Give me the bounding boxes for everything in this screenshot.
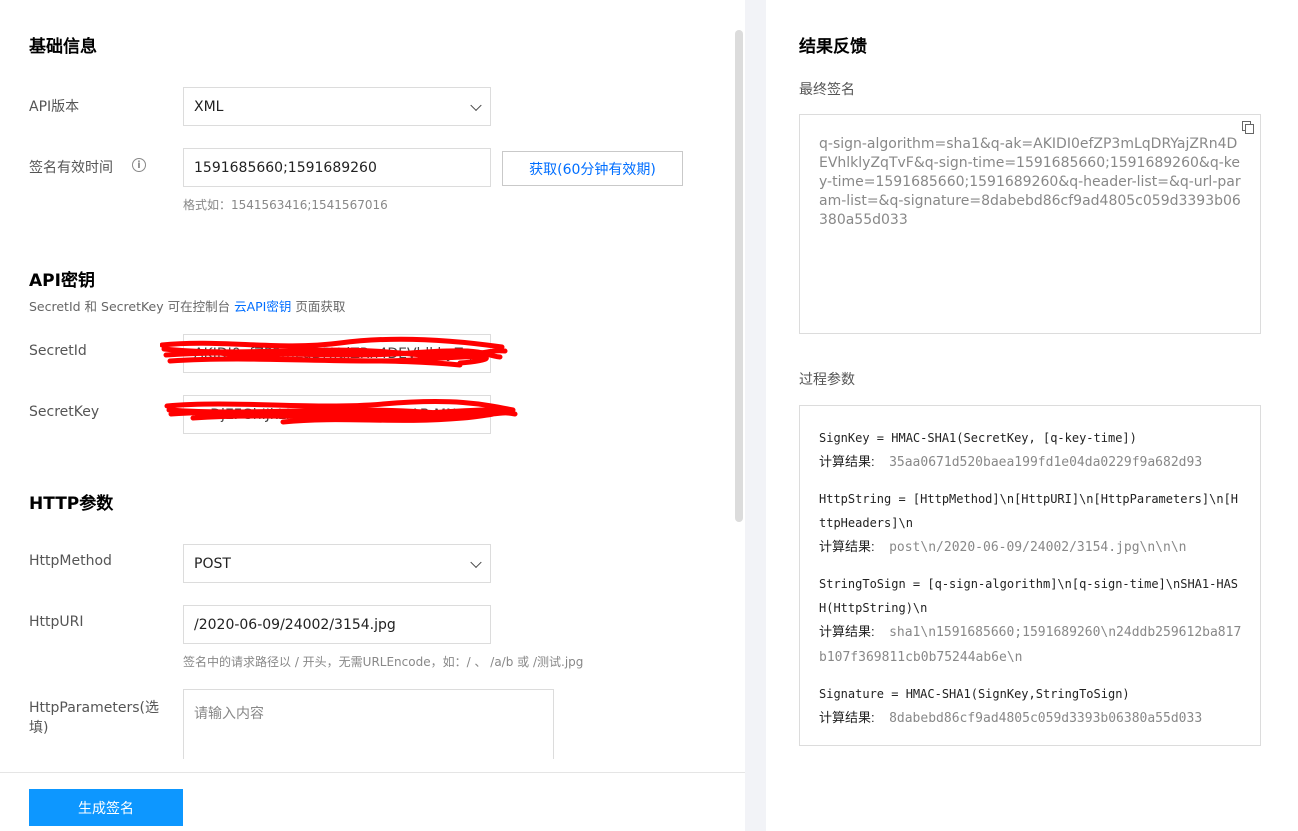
copy-icon[interactable] [1242, 121, 1254, 134]
basic-info-title: 基础信息 [29, 37, 97, 57]
get-sign-time-button[interactable]: 获取(60分钟有效期) [502, 151, 683, 186]
string-to-sign-result-row: 计算结果: sha1\n1591685660;1591689260\n24ddb… [819, 620, 1244, 670]
redaction-scribble [164, 399, 518, 425]
http-string-result-row: 计算结果: post\n/2020-06-09/24002/3154.jpg\n… [819, 535, 1244, 560]
scrollbar[interactable] [735, 30, 743, 522]
process-params-label: 过程参数 [799, 372, 855, 388]
string-to-sign-formula: StringToSign = [q-sign-algorithm]\n[q-si… [819, 577, 1239, 615]
http-string-result: post\n/2020-06-09/24002/3154.jpg\n\n\n [889, 540, 1187, 555]
signature-result: 8dabebd86cf9ad4805c059d3393b06380a55d033 [889, 711, 1203, 726]
http-method-select[interactable]: POST [183, 544, 491, 583]
result-word: 计算结果: [819, 539, 875, 554]
secret-id-label: SecretId [29, 343, 87, 359]
secret-key-label: SecretKey [29, 404, 100, 420]
http-params-title: HTTP参数 [29, 494, 114, 514]
sign-time-value: 1591685660;1591689260 [194, 159, 377, 176]
http-uri-label: HttpURI [29, 614, 84, 630]
result-panel: 结果反馈 最终签名 q-sign-algorithm=sha1&q-ak=AKI… [766, 0, 1298, 831]
http-method-value: POST [194, 555, 231, 572]
info-icon[interactable]: i [132, 158, 146, 172]
signature-formula: Signature = HMAC-SHA1(SignKey,StringToSi… [819, 687, 1130, 701]
api-version-select[interactable]: XML [183, 87, 491, 126]
api-key-desc-prefix: SecretId 和 SecretKey 可在控制台 [29, 299, 235, 314]
process-params-content: SignKey = HMAC-SHA1(SecretKey, [q-key-ti… [819, 426, 1244, 731]
api-key-desc-suffix: 页面获取 [291, 299, 346, 314]
final-signature-text: q-sign-algorithm=sha1&q-ak=AKIDI0efZP3mL… [819, 136, 1241, 228]
chevron-down-icon [470, 556, 482, 568]
http-parameters-label: HttpParameters(选填) [29, 700, 159, 736]
http-parameters-placeholder: 请输入内容 [194, 706, 264, 722]
http-uri-value: /2020-06-09/24002/3154.jpg [194, 616, 396, 633]
http-parameters-textarea[interactable]: 请输入内容 [183, 689, 554, 759]
form-panel: 基础信息 API版本 XML 签名有效时间 i 1591685660;15916… [0, 0, 745, 831]
format-hint: 格式如：1541563416;1541567016 [183, 198, 388, 212]
http-uri-input[interactable]: /2020-06-09/24002/3154.jpg [183, 605, 491, 644]
final-signature-label: 最终签名 [799, 82, 855, 98]
cloud-api-key-link[interactable]: 云API密钥 [234, 299, 291, 314]
api-key-desc: SecretId 和 SecretKey 可在控制台 云API密钥 页面获取 [29, 296, 345, 315]
api-key-title: API密钥 [29, 271, 95, 291]
uri-hint: 签名中的请求路径以 / 开头，无需URLEncode，如：/ 、 /a/b 或 … [183, 655, 584, 669]
sign-time-input[interactable]: 1591685660;1591689260 [183, 148, 491, 187]
redaction-scribble [160, 336, 508, 368]
final-signature-box[interactable]: q-sign-algorithm=sha1&q-ak=AKIDI0efZP3mL… [799, 114, 1261, 334]
result-word: 计算结果: [819, 710, 875, 725]
process-params-box: SignKey = HMAC-SHA1(SecretKey, [q-key-ti… [799, 405, 1261, 746]
sign-key-formula: SignKey = HMAC-SHA1(SecretKey, [q-key-ti… [819, 431, 1137, 445]
api-version-value: XML [194, 98, 224, 115]
result-word: 计算结果: [819, 624, 875, 639]
sign-key-result: 35aa0671d520baea199fd1e04da0229f9a682d93 [889, 455, 1203, 470]
http-method-label: HttpMethod [29, 553, 112, 569]
api-version-label: API版本 [29, 99, 80, 115]
signature-result-row: 计算结果: 8dabebd86cf9ad4805c059d3393b06380a… [819, 706, 1244, 731]
result-title: 结果反馈 [799, 37, 867, 57]
http-string-formula: HttpString = [HttpMethod]\n[HttpURI]\n[H… [819, 492, 1239, 530]
result-word: 计算结果: [819, 454, 875, 469]
footer-bar: 生成签名 [0, 772, 745, 831]
sign-key-result-row: 计算结果: 35aa0671d520baea199fd1e04da0229f9a… [819, 450, 1244, 475]
chevron-down-icon [470, 99, 482, 111]
sign-time-label: 签名有效时间 [29, 160, 113, 176]
generate-signature-button[interactable]: 生成签名 [29, 789, 183, 826]
string-to-sign-result: sha1\n1591685660;1591689260\n24ddb259612… [819, 625, 1242, 665]
